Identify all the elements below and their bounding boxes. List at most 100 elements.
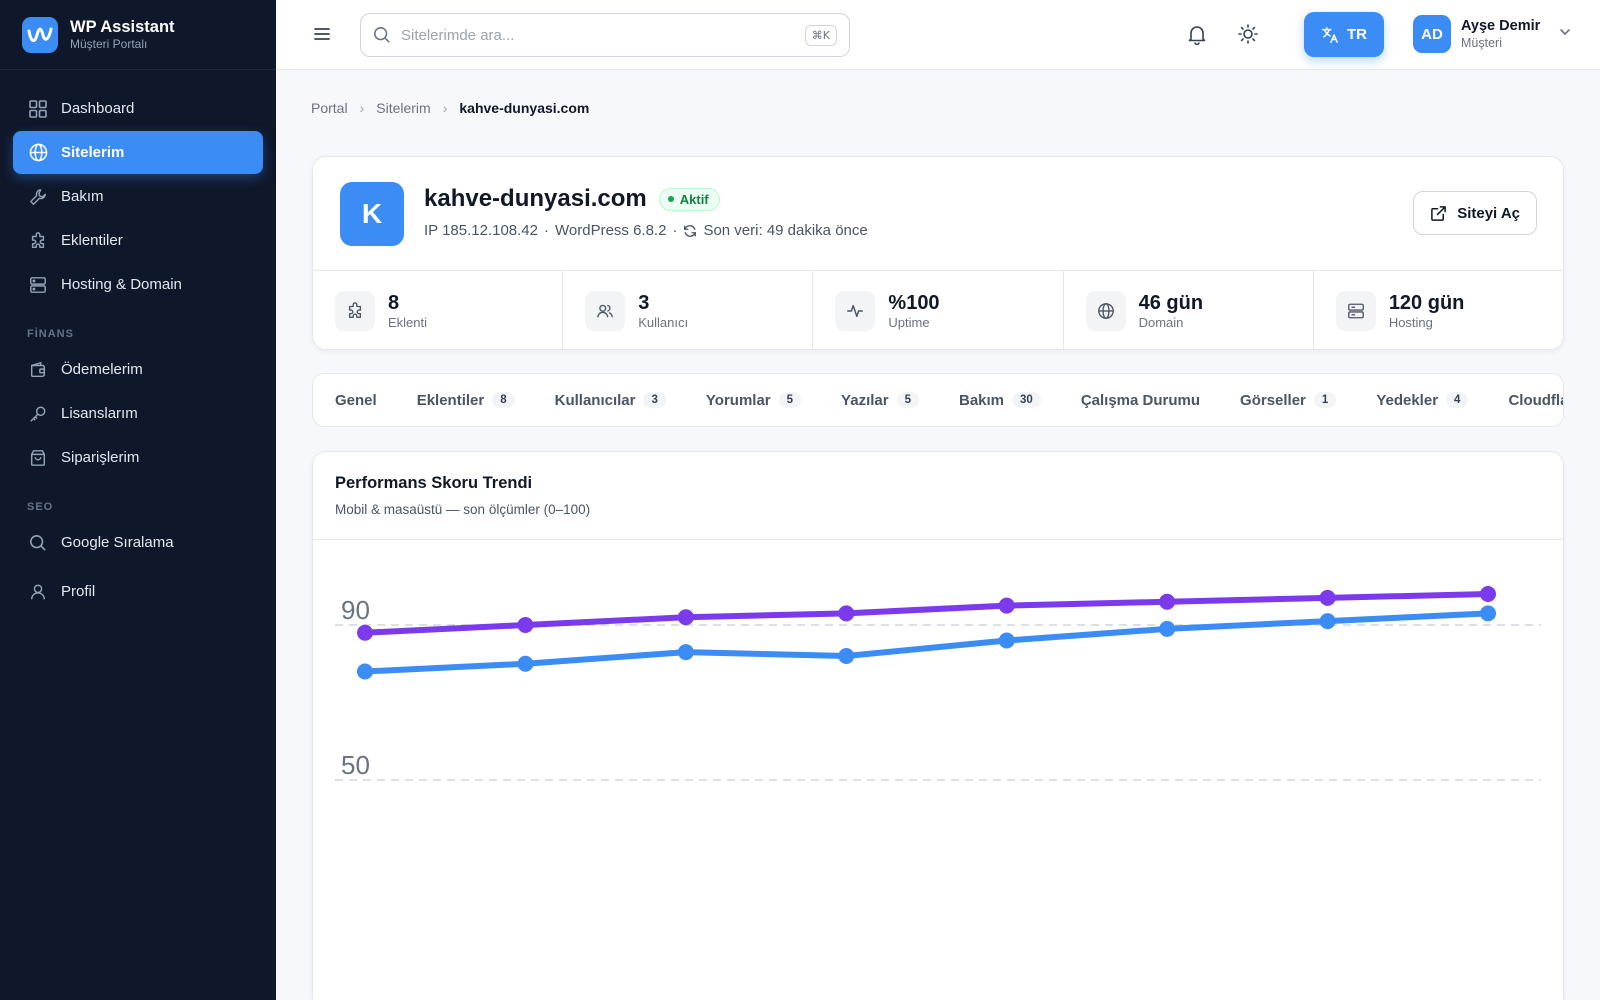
tab-label: Bakım xyxy=(959,391,1005,409)
data-point[interactable] xyxy=(517,655,534,672)
tab-count-badge: 30 xyxy=(1012,392,1041,408)
site-avatar: K xyxy=(340,182,404,246)
sidebar-item-dashboard[interactable]: Dashboard xyxy=(13,87,263,130)
stat-value: 3 xyxy=(638,291,650,314)
stat-label: Hosting xyxy=(1388,314,1433,330)
external-link-icon xyxy=(1430,205,1447,222)
open-site-label: Siteyi Aç xyxy=(1457,204,1520,222)
user-icon xyxy=(28,582,48,602)
users-icon xyxy=(585,290,626,331)
brand-title: WP Assistant xyxy=(70,17,175,36)
breadcrumb: Portal › Sitelerim › kahve-dunyasi.com xyxy=(311,100,589,116)
tab-label: Görseller xyxy=(1240,391,1306,409)
search-shortcut: ⌘K xyxy=(804,24,837,46)
bell-icon[interactable] xyxy=(1186,23,1210,47)
status-badge: Aktif xyxy=(658,187,720,211)
data-point[interactable] xyxy=(357,663,373,680)
data-point[interactable] xyxy=(1159,593,1176,610)
chart-subtitle: Mobil & masaüstü — son ölçümler (0–100) xyxy=(335,502,591,517)
tab-yazilar[interactable]: Yazılar 5 xyxy=(841,392,919,409)
stat-domain: 46 gün Domain xyxy=(1064,271,1314,350)
data-point[interactable] xyxy=(1159,620,1176,637)
breadcrumb-current: kahve-dunyasi.com xyxy=(459,100,590,116)
breadcrumb-portal[interactable]: Portal xyxy=(311,100,348,116)
tab-label: Yazılar xyxy=(841,391,889,409)
puzzle-icon xyxy=(28,231,48,251)
sidebar-item-label: Hosting & Domain xyxy=(61,276,182,293)
site-last-data: Son veri: 49 dakika önce xyxy=(703,222,868,239)
search-input[interactable] xyxy=(401,26,805,44)
tab-bakim[interactable]: Bakım 30 xyxy=(959,392,1041,409)
sidebar-item-label: Lisanslarım xyxy=(61,405,138,422)
data-point[interactable] xyxy=(517,617,534,633)
stat-label: Eklenti xyxy=(388,314,428,330)
tab-eklentiler[interactable]: Eklentiler 8 xyxy=(417,392,515,409)
breadcrumb-sitelerim[interactable]: Sitelerim xyxy=(376,100,430,116)
stat-users: 3 Kullanıcı xyxy=(563,271,814,350)
sidebar-item-hosting-domain[interactable]: Hosting & Domain xyxy=(13,263,263,306)
data-point[interactable] xyxy=(838,605,855,622)
chevron-down-icon xyxy=(1558,25,1572,44)
user-menu[interactable]: AD Ayşe Demir Müşteri xyxy=(1413,15,1572,53)
sidebar-item-sitelerim[interactable]: Sitelerim xyxy=(13,131,263,174)
stat-label: Uptime xyxy=(888,314,930,330)
sidebar-item-label: Google Sıralama xyxy=(61,534,174,551)
data-point[interactable] xyxy=(357,624,373,641)
data-point[interactable] xyxy=(1319,589,1336,606)
globe-icon xyxy=(1085,290,1126,331)
sun-icon[interactable] xyxy=(1237,23,1261,47)
sidebar-item-bakim[interactable]: Bakım xyxy=(13,175,263,218)
shopping-bag-icon xyxy=(28,448,48,468)
tab-label: Cloudflare xyxy=(1508,391,1563,409)
sidebar-item-label: Dashboard xyxy=(61,100,135,117)
tab-yedekler[interactable]: Yedekler 4 xyxy=(1376,392,1469,409)
tab-yorumlar[interactable]: Yorumlar 5 xyxy=(705,391,802,409)
sidebar-item-odemelerim[interactable]: Ödemelerim xyxy=(13,348,263,391)
site-tabs: Genel Eklentiler 8 Kullanıcılar 3 Yorumlar… xyxy=(312,373,1564,427)
sidebar-item-profil[interactable]: Profil xyxy=(13,570,263,613)
puzzle-icon xyxy=(335,290,375,331)
data-point[interactable] xyxy=(998,597,1015,614)
tab-cloudflare[interactable]: Cloudflare xyxy=(1508,391,1563,409)
tab-genel[interactable]: Genel xyxy=(335,392,377,409)
tab-count-badge: 5 xyxy=(778,392,802,408)
server-icon xyxy=(28,275,48,295)
data-point[interactable] xyxy=(998,632,1015,649)
search-box[interactable]: ⌘K xyxy=(360,13,850,57)
data-point[interactable] xyxy=(677,609,694,626)
sidebar-item-google-siralama[interactable]: Google Sıralama xyxy=(13,521,263,564)
data-point[interactable] xyxy=(1319,613,1336,630)
topbar: ⌘K TR AD Ayşe Demir Müşteri xyxy=(276,0,1600,70)
sidebar-item-eklentiler[interactable]: Eklentiler xyxy=(13,219,263,262)
stat-value: 120 gün xyxy=(1388,291,1465,314)
tab-calisma-durumu[interactable]: Çalışma Durumu xyxy=(1081,392,1200,409)
tab-gorseller[interactable]: Görseller 1 xyxy=(1240,391,1337,409)
brand[interactable]: WP Assistant Müşteri Portalı xyxy=(0,0,276,70)
dashboard-icon xyxy=(28,99,48,119)
stat-hosting: 120 gün Hosting xyxy=(1314,271,1563,350)
chart-title: Performans Skoru Trendi xyxy=(335,474,533,492)
refresh-icon xyxy=(683,224,697,238)
user-name: Ayşe Demir xyxy=(1461,18,1541,34)
language-button[interactable]: TR xyxy=(1304,12,1384,57)
data-point[interactable] xyxy=(677,644,694,661)
sidebar-item-label: Sitelerim xyxy=(61,144,125,161)
sidebar-item-label: Bakım xyxy=(61,188,104,205)
data-point[interactable] xyxy=(1480,586,1496,602)
data-point[interactable] xyxy=(1480,605,1496,622)
site-wordpress-version: WordPress 6.8.2 xyxy=(555,222,667,239)
tab-label: Yorumlar xyxy=(705,391,771,409)
sidebar-item-lisanslarim[interactable]: Lisanslarım xyxy=(13,392,263,435)
tab-label: Çalışma Durumu xyxy=(1080,391,1201,409)
user-role: Müşteri xyxy=(1461,36,1502,50)
open-site-button[interactable]: Siteyi Aç xyxy=(1413,191,1537,235)
sidebar: WP Assistant Müşteri Portalı Dashboard S… xyxy=(0,0,276,1000)
language-label: TR xyxy=(1347,26,1367,43)
site-domain: kahve-dunyasi.com xyxy=(424,185,647,212)
site-ip: IP 185.12.108.42 xyxy=(424,222,538,239)
sidebar-item-label: Eklentiler xyxy=(61,232,123,249)
sidebar-item-siparislerim[interactable]: Siparişlerim xyxy=(13,436,263,479)
data-point[interactable] xyxy=(838,648,855,664)
menu-icon[interactable] xyxy=(312,24,334,46)
tab-kullanicilar[interactable]: Kullanıcılar 3 xyxy=(555,392,666,409)
